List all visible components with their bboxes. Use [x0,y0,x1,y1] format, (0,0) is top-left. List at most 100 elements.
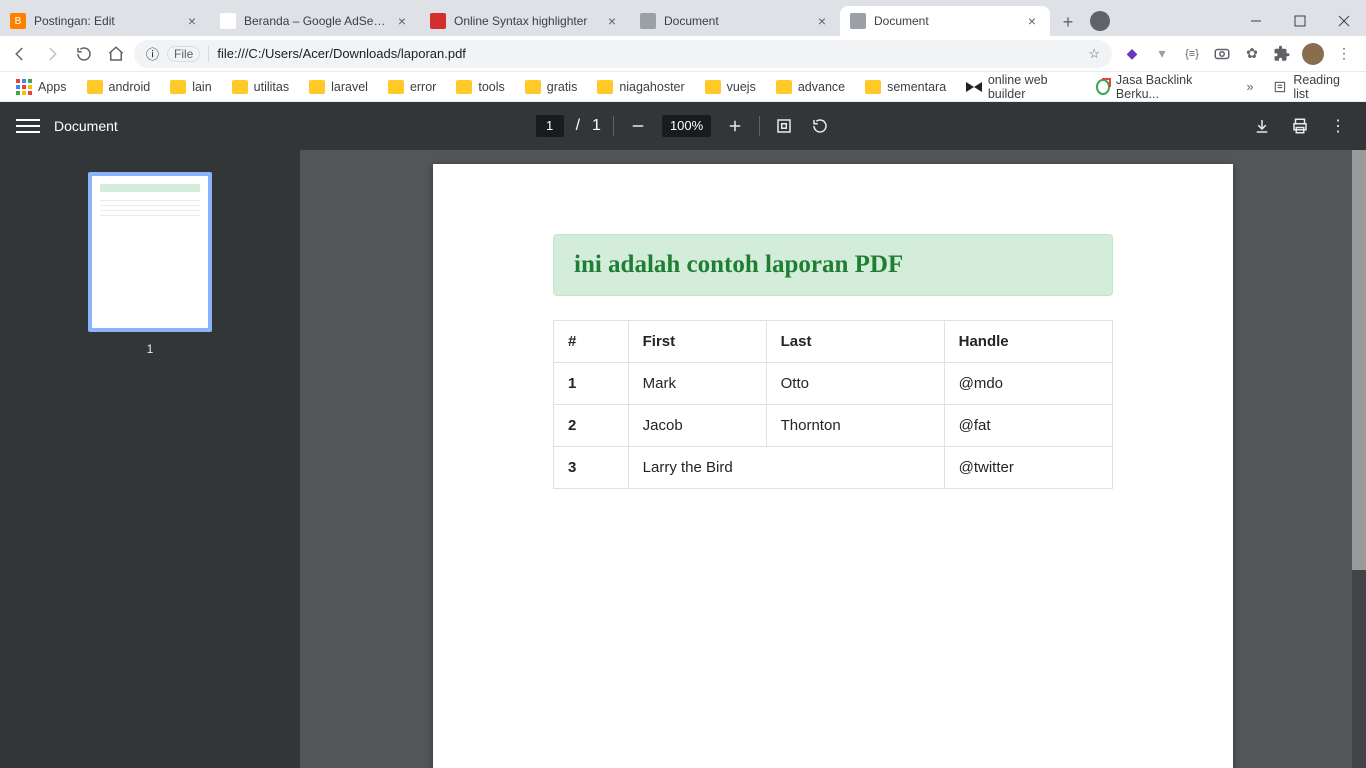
table-cell: Larry the Bird [628,447,944,489]
page-separator: / [576,117,580,135]
pdf-page: ini adalah contoh laporan PDF #FirstLast… [433,164,1233,768]
close-window-button[interactable] [1322,6,1366,36]
extensions-puzzle-icon[interactable] [1272,44,1292,64]
page-container[interactable]: ini adalah contoh laporan PDF #FirstLast… [300,150,1366,768]
bookmark-label: error [410,80,436,94]
bookmark-label: utilitas [254,80,289,94]
extension-icon[interactable]: ▾ [1152,44,1172,64]
folder-icon [456,80,472,94]
bookmark-label: sementara [887,80,946,94]
fit-page-button[interactable] [772,114,796,138]
maximize-button[interactable] [1278,6,1322,36]
bookmark-folder[interactable]: laravel [301,74,376,100]
download-button[interactable] [1250,114,1274,138]
browser-tab[interactable]: BPostingan: Edit× [0,6,210,36]
table-cell: Otto [766,363,944,405]
extension-icon[interactable]: {≡} [1182,44,1202,64]
table-cell: 1 [554,363,629,405]
apps-grid-icon [16,79,32,95]
bookmarks-overflow[interactable]: » [1239,80,1262,94]
table-header-cell: Last [766,321,944,363]
folder-icon [597,80,613,94]
site-info-icon[interactable]: ⓘ [146,44,159,63]
tab-close-icon[interactable]: × [394,13,410,29]
zoom-out-button[interactable] [626,114,650,138]
bookmark-folder[interactable]: advance [768,74,853,100]
tab-close-icon[interactable]: × [1024,13,1040,29]
vertical-scrollbar[interactable] [1352,150,1366,768]
bookmark-folder[interactable]: vuejs [697,74,764,100]
thumbnail-sidebar[interactable]: 1 [0,150,300,768]
apps-label: Apps [38,80,67,94]
document-title: Document [54,118,118,134]
home-button[interactable] [102,40,130,68]
forward-button[interactable] [38,40,66,68]
page-number-input[interactable]: 1 [536,115,564,137]
browser-tab[interactable]: Beranda – Google AdSense× [210,6,420,36]
extension-icon[interactable]: ◆ [1122,44,1142,64]
pdf-viewer-area: 1 ini adalah contoh laporan PDF #FirstLa… [0,150,1366,768]
print-button[interactable] [1288,114,1312,138]
bookmark-label: niagahoster [619,80,684,94]
profile-indicator-icon[interactable] [1090,11,1110,31]
browser-menu-icon[interactable]: ⋮ [1334,44,1354,64]
tab-close-icon[interactable]: × [604,13,620,29]
bookmark-label: laravel [331,80,368,94]
page-thumbnail[interactable] [88,172,212,332]
bookmark-folder[interactable]: lain [162,74,219,100]
address-bar-row: ⓘ File file:///C:/Users/Acer/Downloads/l… [0,36,1366,72]
browser-tabstrip: BPostingan: Edit×Beranda – Google AdSens… [0,0,1366,36]
bookmark-folder[interactable]: tools [448,74,512,100]
bookmark-folder[interactable]: sementara [857,74,954,100]
tab-title: Postingan: Edit [34,14,176,28]
table-row: 3Larry the Bird@twitter [554,447,1113,489]
window-controls [1234,6,1366,36]
user-avatar-icon[interactable] [1302,43,1324,65]
bookmark-label: vuejs [727,80,756,94]
omnibox[interactable]: ⓘ File file:///C:/Users/Acer/Downloads/l… [134,40,1112,68]
tab-close-icon[interactable]: × [814,13,830,29]
extension-icon[interactable] [1212,44,1232,64]
rotate-button[interactable] [808,114,832,138]
reload-button[interactable] [70,40,98,68]
bookmark-star-icon[interactable]: ☆ [1088,46,1100,62]
tab-close-icon[interactable]: × [184,13,200,29]
browser-tab[interactable]: Online Syntax highlighter× [420,6,630,36]
zoom-level[interactable]: 100% [662,115,711,137]
bookmark-link[interactable]: Jasa Backlink Berku... [1088,74,1231,100]
extension-icon[interactable]: ✿ [1242,44,1262,64]
bookmark-folder[interactable]: utilitas [224,74,297,100]
bookmarks-bar: Apps android lain utilitas laravel error tool… [0,72,1366,102]
table-row: 2JacobThornton@fat [554,405,1113,447]
bookmark-folder[interactable]: niagahoster [589,74,692,100]
browser-tab[interactable]: Document × [630,6,840,36]
bookmark-folder[interactable]: gratis [517,74,586,100]
zoom-in-button[interactable] [723,114,747,138]
toolbar-separator [613,116,614,136]
folder-icon [87,80,103,94]
thumbnail-number: 1 [147,342,154,356]
table-header-cell: First [628,321,766,363]
table-cell: @fat [944,405,1112,447]
hamburger-menu-icon[interactable] [16,119,40,133]
minimize-button[interactable] [1234,6,1278,36]
folder-icon [388,80,404,94]
tab-title: Document [664,14,806,28]
back-button[interactable] [6,40,34,68]
pdf-toolbar: Document 1 / 1 100% ⋮ [0,102,1366,150]
apps-shortcut[interactable]: Apps [8,74,75,100]
tab-favicon [220,13,236,29]
bookmark-folder[interactable]: android [79,74,159,100]
more-actions-icon[interactable]: ⋮ [1326,114,1350,138]
reading-list-button[interactable]: Reading list [1265,73,1358,101]
table-cell: Thornton [766,405,944,447]
bookmark-label: online web builder [988,73,1076,101]
browser-tab[interactable]: Document× [840,6,1050,36]
bookmark-link[interactable]: online web builder [958,74,1083,100]
bowtie-icon [966,82,982,92]
bookmark-label: android [109,80,151,94]
table-cell: @mdo [944,363,1112,405]
bookmark-folder[interactable]: error [380,74,444,100]
table-cell: Jacob [628,405,766,447]
new-tab-button[interactable]: + [1054,8,1082,36]
